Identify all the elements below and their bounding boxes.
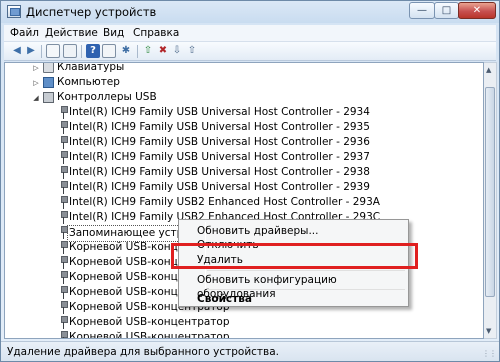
menu-view[interactable]: Вид bbox=[103, 27, 124, 39]
resize-grip-icon[interactable]: ⋮⋮ bbox=[482, 349, 497, 358]
tree-item-usb-controllers[interactable]: ◢ Контроллеры USB bbox=[5, 90, 475, 105]
menu-help[interactable]: Справка bbox=[133, 27, 179, 39]
usb-controller-icon bbox=[43, 92, 54, 103]
menu-bar: Файл Действие Вид Справка bbox=[4, 25, 496, 42]
tree-label: Компьютер bbox=[57, 76, 120, 88]
minimize-button[interactable]: — bbox=[409, 2, 435, 19]
usb-device-icon bbox=[60, 286, 68, 299]
vertical-scrollbar[interactable]: ▲ ▼ bbox=[484, 62, 497, 339]
scan-icon[interactable]: ✱ bbox=[119, 44, 133, 58]
title-bar[interactable]: Диспетчер устройств — □ ✕ bbox=[1, 1, 499, 23]
usb-device-icon bbox=[60, 151, 68, 164]
menu-file[interactable]: Файл bbox=[10, 27, 39, 39]
keyboard-icon bbox=[43, 63, 54, 73]
view-icon[interactable] bbox=[46, 44, 60, 58]
scrollbar-thumb[interactable] bbox=[485, 87, 495, 297]
computer-icon bbox=[43, 77, 54, 88]
menu-item-update-driver[interactable]: Обновить драйверы... bbox=[197, 224, 318, 238]
tree-label: Intel(R) ICH9 Family USB Universal Host … bbox=[69, 136, 370, 148]
properties-sheet-icon[interactable] bbox=[102, 44, 116, 58]
usb-device-icon bbox=[60, 256, 68, 269]
tree-item-usb-controller[interactable]: Intel(R) ICH9 Family USB Universal Host … bbox=[5, 105, 475, 120]
update-driver-icon[interactable]: ⇧ bbox=[141, 44, 155, 58]
collapse-icon[interactable]: ◢ bbox=[32, 94, 40, 102]
status-bar: Удаление драйвера для выбранного устройс… bbox=[1, 341, 499, 361]
toolbar-separator bbox=[41, 45, 42, 58]
enable-icon[interactable]: ⇧ bbox=[185, 44, 199, 58]
tree-item-usb-controller[interactable]: Intel(R) ICH9 Family USB Universal Host … bbox=[5, 120, 475, 135]
tree-label: Intel(R) ICH9 Family USB Universal Host … bbox=[69, 121, 370, 133]
expand-icon[interactable]: ▷ bbox=[32, 79, 40, 87]
usb-device-icon bbox=[60, 136, 68, 149]
window-title: Диспетчер устройств bbox=[26, 5, 157, 19]
menu-separator bbox=[207, 270, 405, 271]
tree-item-usb-controller[interactable]: Intel(R) ICH9 Family USB Universal Host … bbox=[5, 135, 475, 150]
device-manager-icon bbox=[7, 5, 21, 18]
expand-icon[interactable]: ▷ bbox=[32, 64, 40, 72]
menu-item-properties[interactable]: Свойства bbox=[197, 292, 252, 306]
usb-device-icon bbox=[60, 241, 68, 254]
tree-item-usb-controller[interactable]: Intel(R) ICH9 Family USB2 Enhanced Host … bbox=[5, 195, 475, 210]
tree-label: Intel(R) ICH9 Family USB Universal Host … bbox=[69, 166, 370, 178]
tree-item-usb-controller[interactable]: Intel(R) ICH9 Family USB Universal Host … bbox=[5, 180, 475, 195]
tree-label: Intel(R) ICH9 Family USB2 Enhanced Host … bbox=[69, 196, 380, 208]
usb-device-icon bbox=[60, 166, 68, 179]
usb-device-icon bbox=[60, 331, 68, 338]
menu-action[interactable]: Действие bbox=[45, 27, 98, 39]
menu-separator bbox=[207, 289, 405, 290]
usb-device-icon bbox=[60, 226, 68, 239]
tree-label: Intel(R) ICH9 Family USB Universal Host … bbox=[69, 181, 370, 193]
toolbar: ◀ ▶ ? ✱ ⇧ ✖ ⇩ ⇧ bbox=[4, 42, 496, 61]
tree-label: Intel(R) ICH9 Family USB Universal Host … bbox=[69, 151, 370, 163]
uninstall-icon[interactable]: ✖ bbox=[156, 44, 170, 58]
device-manager-window: Диспетчер устройств — □ ✕ Файл Действие … bbox=[0, 0, 500, 362]
close-button[interactable]: ✕ bbox=[458, 2, 496, 19]
tree-label: Клавиатуры bbox=[57, 62, 125, 73]
tree-item-computer[interactable]: ▷ Компьютер bbox=[5, 75, 475, 90]
forward-icon[interactable]: ▶ bbox=[24, 44, 38, 58]
tree-label: Контроллеры USB bbox=[57, 91, 157, 103]
tree-item-keyboards[interactable]: ▷ Клавиатуры bbox=[5, 62, 475, 75]
properties-icon[interactable] bbox=[63, 44, 77, 58]
tree-item-usb-controller[interactable]: Intel(R) ICH9 Family USB Universal Host … bbox=[5, 165, 475, 180]
usb-device-icon bbox=[60, 271, 68, 284]
toolbar-separator bbox=[137, 45, 138, 58]
highlight-annotation bbox=[171, 243, 418, 269]
disable-icon[interactable]: ⇩ bbox=[170, 44, 184, 58]
help-icon[interactable]: ? bbox=[86, 44, 100, 58]
usb-device-icon bbox=[60, 196, 68, 209]
scroll-down-icon[interactable]: ▼ bbox=[486, 327, 491, 335]
tree-label: Intel(R) ICH9 Family USB Universal Host … bbox=[69, 106, 370, 118]
back-icon[interactable]: ◀ bbox=[10, 44, 24, 58]
status-text: Удаление драйвера для выбранного устройс… bbox=[7, 346, 279, 358]
tree-item-usb-controller[interactable]: Intel(R) ICH9 Family USB Universal Host … bbox=[5, 150, 475, 165]
usb-device-icon bbox=[60, 211, 68, 224]
scroll-up-icon[interactable]: ▲ bbox=[486, 66, 491, 74]
toolbar-separator bbox=[81, 45, 82, 58]
tree-item-usb-root-hub[interactable]: Корневой USB-концентратор bbox=[5, 315, 475, 330]
usb-device-icon bbox=[60, 121, 68, 134]
usb-device-icon bbox=[60, 316, 68, 329]
tree-item-usb-root-hub[interactable]: Корневой USB-концентратор bbox=[5, 330, 475, 339]
usb-device-icon bbox=[60, 106, 68, 119]
tree-label: Корневой USB-концентратор bbox=[69, 331, 230, 339]
menu-item-scan-hardware[interactable]: Обновить конфигурацию оборудования bbox=[197, 273, 408, 300]
usb-device-icon bbox=[60, 301, 68, 314]
usb-device-icon bbox=[60, 181, 68, 194]
maximize-button[interactable]: □ bbox=[434, 2, 459, 19]
tree-label: Корневой USB-концентратор bbox=[69, 316, 230, 328]
